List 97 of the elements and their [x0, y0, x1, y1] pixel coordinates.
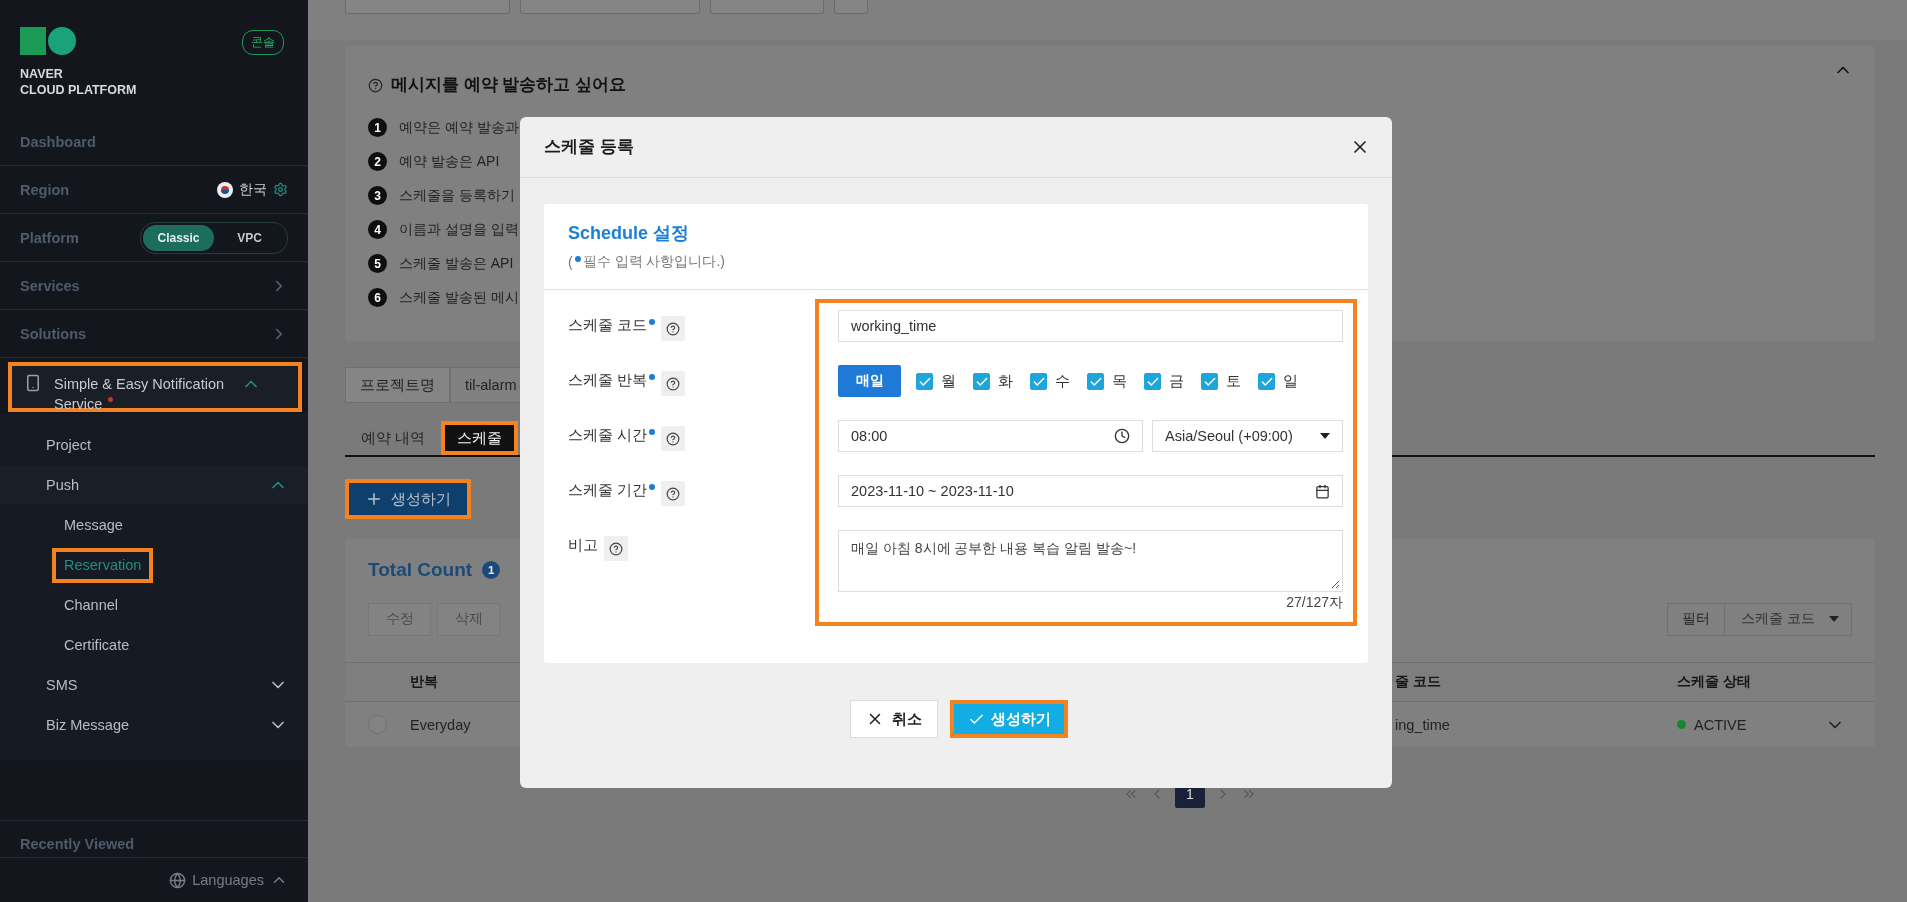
day-label: 월 [941, 372, 956, 391]
help-icon [666, 486, 681, 501]
column-header: 줄 코드 [1395, 673, 1441, 691]
flag-icon [217, 181, 233, 198]
character-counter: 27/127자 [1286, 594, 1343, 612]
sidebar-item[interactable]: Channel [52, 587, 130, 623]
plus-icon [365, 490, 383, 508]
count-badge: 1 [482, 561, 501, 579]
tab[interactable]: 예약 내역 [345, 421, 442, 455]
service-menu-item[interactable]: Simple & Easy Notification Service [8, 362, 302, 412]
field-label: 스케줄 시간 [568, 426, 648, 445]
checkbox[interactable] [973, 373, 990, 390]
help-icon [368, 77, 383, 93]
date-range-input[interactable]: 2023-11-10 ~ 2023-11-10 [838, 475, 1343, 507]
tab[interactable]: 스케줄 [441, 421, 519, 455]
note-text: 필수 입력 사항입니다.) [582, 253, 725, 271]
section-title: Schedule 설정 [568, 222, 691, 245]
checkbox[interactable] [1030, 373, 1047, 390]
help-button[interactable] [661, 316, 686, 341]
logo-text: NAVER [20, 67, 64, 81]
day-label: 토 [1226, 372, 1241, 391]
everyday-button[interactable]: 매일 [838, 365, 901, 397]
platform-option[interactable]: VPC [214, 224, 285, 251]
day-label: 목 [1112, 372, 1127, 391]
help-button[interactable] [604, 536, 628, 561]
day-label: 수 [1055, 372, 1070, 391]
step-number: 1 [368, 118, 387, 137]
region-value[interactable]: 한국 [239, 180, 267, 199]
column-header: 반복 [410, 673, 438, 691]
create-button[interactable]: 생성하기 [345, 479, 471, 519]
sidebar-item[interactable]: Certificate [52, 627, 142, 663]
project-label: 프로젝트명 [345, 367, 450, 403]
required-dot [574, 256, 581, 262]
day-label: 금 [1169, 372, 1184, 391]
logo-text: CLOUD PLATFORM [20, 83, 137, 97]
field-label: 스케줄 반복 [568, 371, 648, 390]
help-icon [666, 376, 681, 391]
step-text: 이름과 설명을 입력 [399, 220, 519, 239]
language-selector[interactable]: Languages [192, 872, 264, 888]
sidebar-item[interactable]: Project [42, 427, 96, 463]
sidebar-item[interactable]: Biz Message [42, 707, 133, 743]
step-text: 스케줄 발송은 API [399, 254, 514, 273]
step-number: 3 [368, 186, 387, 205]
checkbox[interactable] [1087, 373, 1104, 390]
dropdown-arrow-icon [1320, 433, 1330, 439]
settings-icon[interactable] [273, 182, 288, 197]
modal-title: 스케줄 등록 [544, 136, 634, 157]
note-text: ( [568, 254, 573, 270]
text-input[interactable]: working_time [838, 310, 1343, 342]
step-text: 스케줄 발송된 메시 [399, 288, 519, 307]
sidebar-item[interactable]: SMS [42, 667, 82, 703]
clock-icon [1114, 428, 1130, 444]
resize-grip-icon [1331, 580, 1340, 589]
day-label: 화 [998, 372, 1013, 391]
nav-label: Region [20, 181, 70, 198]
step-text: 예약 발송은 API [399, 152, 500, 171]
checkbox[interactable] [1201, 373, 1218, 390]
service-label: Simple & Easy Notification Service [54, 375, 226, 414]
sidebar-item[interactable]: Message [52, 507, 135, 543]
logo-drawing [20, 27, 76, 55]
day-label: 일 [1283, 372, 1298, 391]
sidebar-item[interactable]: Reservation [52, 547, 154, 583]
step-number: 6 [368, 288, 387, 307]
field-label: 스케줄 코드 [568, 316, 648, 335]
note-textarea[interactable]: 매일 아침 8시에 공부한 내용 복습 알림 발송~! [838, 530, 1343, 592]
step-text: 예약은 예약 발송과 [399, 118, 519, 137]
nav-label: Platform [20, 229, 79, 246]
calendar-icon [1315, 483, 1330, 499]
time-input[interactable]: 08:00 [838, 420, 1143, 452]
step-text: 스케줄을 등록하기 [399, 186, 515, 205]
table-cell: ing_time [1395, 716, 1450, 733]
cancel-button[interactable]: 취소 [850, 700, 938, 738]
step-number: 4 [368, 220, 387, 239]
checkbox[interactable] [916, 373, 933, 390]
step-number: 2 [368, 152, 387, 171]
platform-option[interactable]: Classic [143, 224, 214, 251]
field-label: 비고 [568, 536, 598, 555]
timezone-select[interactable]: Asia/Seoul (+09:00) [1152, 420, 1343, 452]
step-number: 5 [368, 254, 387, 273]
help-icon [609, 541, 623, 556]
console-badge[interactable]: 콘솔 [242, 30, 284, 55]
globe-icon [169, 871, 187, 889]
checkbox[interactable] [1258, 373, 1275, 390]
help-button[interactable] [661, 481, 686, 506]
field-label: 스케줄 기간 [568, 481, 648, 500]
table-cell: Everyday [410, 716, 471, 733]
checkbox[interactable] [1144, 373, 1161, 390]
help-button[interactable] [661, 426, 686, 451]
device-icon [24, 374, 42, 392]
guide-title: 메시지를 예약 발송하고 싶어요 [391, 74, 626, 95]
total-count-title: Total Count [368, 559, 473, 581]
column-header: 스케줄 상태 [1677, 673, 1751, 691]
sidebar-item[interactable]: Push [42, 467, 84, 503]
help-button[interactable] [661, 371, 686, 396]
status-text: ACTIVE [1694, 716, 1747, 733]
help-icon [666, 431, 681, 446]
help-icon [666, 321, 681, 336]
